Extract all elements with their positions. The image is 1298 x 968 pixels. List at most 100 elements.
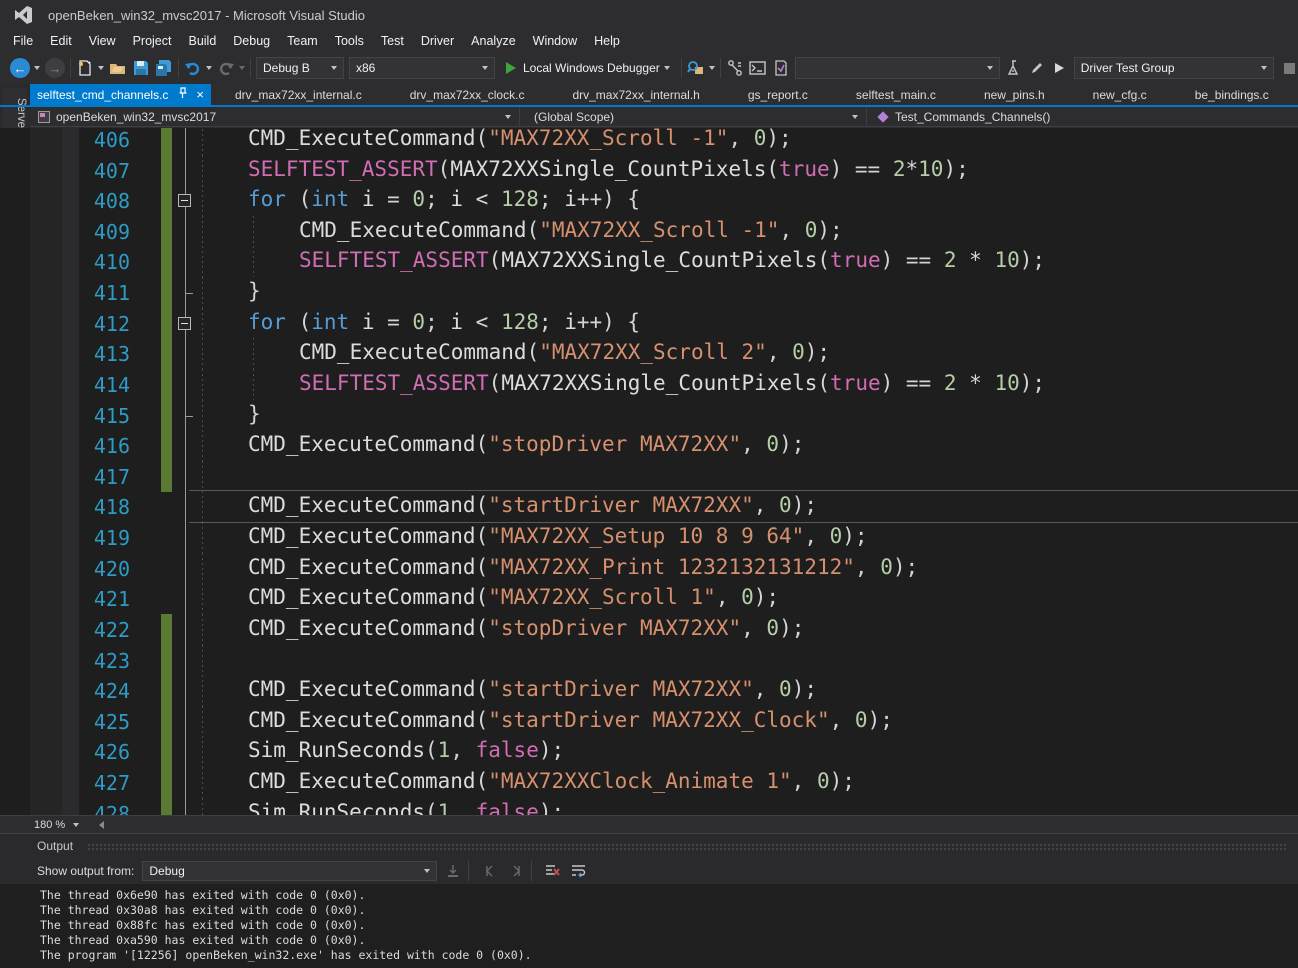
menu-debug[interactable]: Debug bbox=[233, 34, 270, 48]
tab-new_pins-h[interactable]: new_pins.h bbox=[960, 84, 1069, 105]
code-line-417[interactable]: 417 bbox=[0, 461, 1298, 492]
undo-caret[interactable] bbox=[206, 66, 212, 70]
code-line-406[interactable]: 406CMD_ExecuteCommand("MAX72XX_Scroll -1… bbox=[0, 128, 1298, 155]
panel-drag-grip[interactable] bbox=[87, 843, 1288, 850]
redo-button[interactable] bbox=[217, 59, 235, 77]
code-editor[interactable]: 406CMD_ExecuteCommand("MAX72XX_Scroll -1… bbox=[0, 128, 1298, 815]
attach-process-icon[interactable] bbox=[772, 59, 790, 77]
code-line-416[interactable]: 416CMD_ExecuteCommand("stopDriver MAX72X… bbox=[0, 430, 1298, 461]
play-icon bbox=[506, 62, 516, 74]
menu-team[interactable]: Team bbox=[287, 34, 318, 48]
pin-icon[interactable] bbox=[177, 87, 188, 102]
menu-test[interactable]: Test bbox=[381, 34, 404, 48]
output-source-select[interactable]: Debug bbox=[142, 861, 437, 881]
menu-edit[interactable]: Edit bbox=[50, 34, 72, 48]
menu-window[interactable]: Window bbox=[533, 34, 577, 48]
code-line-424[interactable]: 424CMD_ExecuteCommand("startDriver MAX72… bbox=[0, 675, 1298, 706]
navigate-back-caret[interactable] bbox=[34, 66, 40, 70]
tab-be_bindings-c[interactable]: be_bindings.c bbox=[1171, 84, 1293, 105]
indent-guide bbox=[202, 583, 203, 614]
horizontal-scrollbar[interactable] bbox=[108, 820, 1294, 830]
start-debugging-button[interactable]: Local Windows Debugger bbox=[500, 61, 676, 75]
code-line-407[interactable]: 407SELFTEST_ASSERT(MAX72XXSingle_CountPi… bbox=[0, 155, 1298, 186]
zoom-level-select[interactable]: 180 % bbox=[0, 819, 85, 831]
command-window-icon[interactable] bbox=[749, 59, 767, 77]
undo-button[interactable] bbox=[184, 59, 202, 77]
compare-graph-icon[interactable] bbox=[726, 59, 744, 77]
line-number: 420 bbox=[30, 557, 130, 581]
save-button[interactable] bbox=[132, 59, 150, 77]
tab-drv_max72xx_clock-c[interactable]: drv_max72xx_clock.c bbox=[386, 84, 549, 105]
scope-select[interactable]: (Global Scope) bbox=[520, 107, 867, 126]
tab-selftest-cmd-channels[interactable]: selftest_cmd_channels.c × bbox=[30, 84, 211, 105]
test-group-select[interactable]: Driver Test Group bbox=[1074, 57, 1274, 79]
tab-gs_report-c[interactable]: gs_report.c bbox=[724, 84, 832, 105]
solution-platform-select[interactable]: x86 bbox=[349, 57, 495, 79]
code-line-411[interactable]: 411} bbox=[0, 277, 1298, 308]
navigate-back-button[interactable]: ← bbox=[10, 58, 30, 78]
member-select[interactable]: Test_Commands_Channels() bbox=[867, 107, 1298, 126]
code-line-425[interactable]: 425CMD_ExecuteCommand("startDriver MAX72… bbox=[0, 706, 1298, 737]
menu-view[interactable]: View bbox=[89, 34, 116, 48]
indent-guide bbox=[202, 645, 203, 676]
project-select[interactable]: openBeken_win32_mvsc2017 bbox=[30, 107, 520, 126]
menu-build[interactable]: Build bbox=[188, 34, 216, 48]
change-bar bbox=[161, 246, 172, 277]
menu-driver[interactable]: Driver bbox=[421, 34, 454, 48]
search-combobox[interactable] bbox=[795, 57, 1000, 79]
line-number: 421 bbox=[30, 587, 130, 611]
new-file-caret[interactable] bbox=[98, 66, 104, 70]
code-line-421[interactable]: 421CMD_ExecuteCommand("MAX72XX_Scroll 1"… bbox=[0, 583, 1298, 614]
code-line-420[interactable]: 420CMD_ExecuteCommand("MAX72XX_Print 123… bbox=[0, 553, 1298, 584]
line-number: 423 bbox=[30, 649, 130, 673]
code-line-419[interactable]: 419CMD_ExecuteCommand("MAX72XX_Setup 10 … bbox=[0, 522, 1298, 553]
save-all-button[interactable] bbox=[155, 59, 173, 77]
code-text: CMD_ExecuteCommand("MAX72XX_Setup 10 8 9… bbox=[248, 524, 868, 548]
find-caret[interactable] bbox=[709, 66, 715, 70]
clear-all-button[interactable] bbox=[543, 862, 563, 880]
code-line-409[interactable]: 409CMD_ExecuteCommand("MAX72XX_Scroll -1… bbox=[0, 216, 1298, 247]
change-bar bbox=[161, 128, 172, 155]
navigate-forward-button[interactable]: → bbox=[45, 58, 65, 78]
edit-pencil-icon[interactable] bbox=[1028, 59, 1046, 77]
change-bar bbox=[161, 736, 172, 767]
code-line-410[interactable]: 410SELFTEST_ASSERT(MAX72XXSingle_CountPi… bbox=[0, 246, 1298, 277]
tab-selftest_main-c[interactable]: selftest_main.c bbox=[832, 84, 960, 105]
menu-help[interactable]: Help bbox=[594, 34, 620, 48]
code-line-428[interactable]: 428Sim_RunSeconds(1, false); bbox=[0, 798, 1298, 815]
code-line-422[interactable]: 422CMD_ExecuteCommand("stopDriver MAX72X… bbox=[0, 614, 1298, 645]
tab-new_cfg-c[interactable]: new_cfg.c bbox=[1069, 84, 1171, 105]
menu-project[interactable]: Project bbox=[133, 34, 172, 48]
solution-configuration-select[interactable]: Debug B bbox=[256, 57, 344, 79]
menu-tools[interactable]: Tools bbox=[335, 34, 364, 48]
tab-drv[interactable]: drv bbox=[1293, 84, 1298, 105]
menu-analyze[interactable]: Analyze bbox=[471, 34, 515, 48]
menu-file[interactable]: File bbox=[13, 34, 33, 48]
run-tests-button[interactable] bbox=[1051, 59, 1069, 77]
code-line-413[interactable]: 413CMD_ExecuteCommand("MAX72XX_Scroll 2"… bbox=[0, 338, 1298, 369]
fold-collapse-button[interactable] bbox=[178, 194, 191, 207]
code-line-427[interactable]: 427CMD_ExecuteCommand("MAX72XXClock_Anim… bbox=[0, 767, 1298, 798]
code-line-408[interactable]: 408for (int i = 0; i < 128; i++) { bbox=[0, 185, 1298, 216]
code-line-418[interactable]: 418CMD_ExecuteCommand("startDriver MAX72… bbox=[0, 491, 1298, 522]
fold-collapse-button[interactable] bbox=[178, 317, 191, 330]
word-wrap-button[interactable] bbox=[569, 862, 589, 880]
code-line-415[interactable]: 415} bbox=[0, 400, 1298, 431]
find-in-files-button[interactable] bbox=[687, 59, 705, 77]
code-line-426[interactable]: 426Sim_RunSeconds(1, false); bbox=[0, 736, 1298, 767]
tab-drv_max72xx_internal-c[interactable]: drv_max72xx_internal.c bbox=[211, 84, 386, 105]
scroll-left-arrow-icon[interactable] bbox=[99, 821, 104, 829]
change-bar bbox=[161, 308, 172, 339]
new-file-button[interactable] bbox=[76, 59, 94, 77]
indent-guide bbox=[253, 338, 254, 369]
code-line-412[interactable]: 412for (int i = 0; i < 128; i++) { bbox=[0, 308, 1298, 339]
document-tab-bar: selftest_cmd_channels.c × drv_max72xx_in… bbox=[30, 84, 1298, 105]
output-text-area[interactable]: The thread 0x6e90 has exited with code 0… bbox=[0, 884, 1298, 968]
close-icon[interactable]: × bbox=[196, 88, 204, 101]
code-line-414[interactable]: 414SELFTEST_ASSERT(MAX72XXSingle_CountPi… bbox=[0, 369, 1298, 400]
tab-drv_max72xx_internal-h[interactable]: drv_max72xx_internal.h bbox=[548, 84, 723, 105]
code-line-423[interactable]: 423 bbox=[0, 645, 1298, 676]
open-file-button[interactable] bbox=[109, 59, 127, 77]
indent-guide bbox=[202, 369, 203, 400]
test-explorer-flask-icon[interactable] bbox=[1005, 59, 1023, 77]
